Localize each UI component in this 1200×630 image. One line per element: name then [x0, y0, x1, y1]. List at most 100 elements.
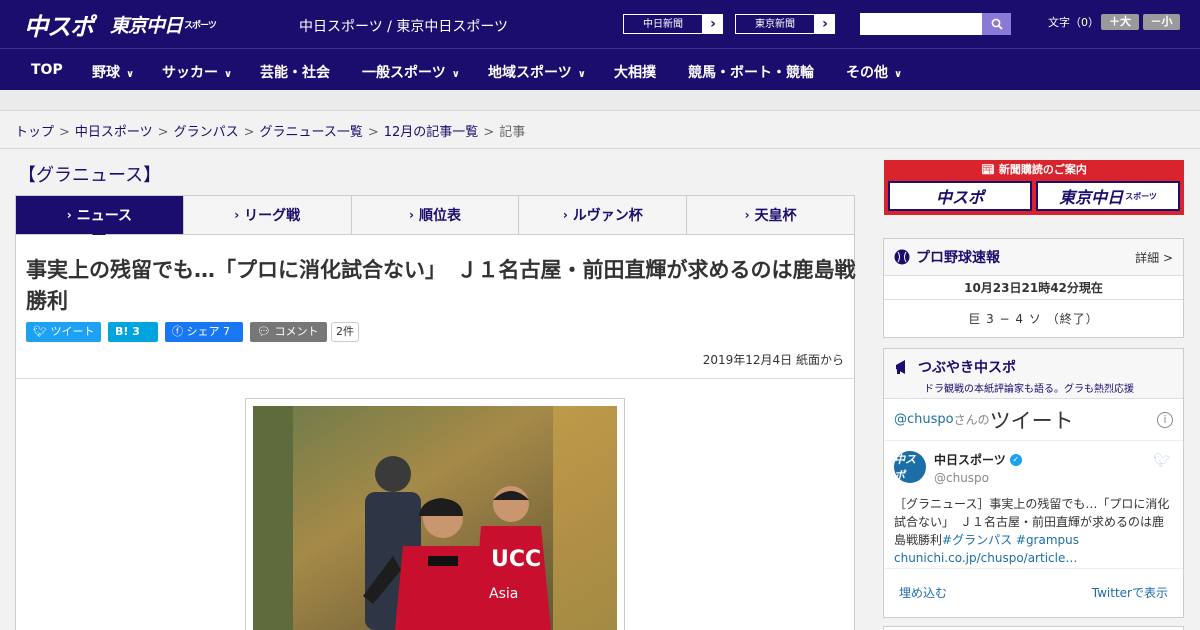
chevron-right-icon: › — [409, 208, 414, 222]
breadcrumb-current: 記事 — [499, 125, 526, 140]
subscription-tokyo-chunichi-logo[interactable]: 東京中日 スポーツ — [1036, 181, 1180, 211]
info-icon[interactable]: i — [1157, 411, 1173, 428]
article-photo[interactable]: UCC Asia — [245, 398, 625, 630]
nav-item-label: 一般スポーツ — [362, 65, 446, 81]
breadcrumb-separator: > — [367, 125, 379, 140]
logo-tokyo-suffix: スポーツ — [184, 20, 217, 31]
article: 事実上の残留でも…「プロに消化試合ない」 Ｊ１名古屋・前田直輝が求めるのは鹿島戦… — [15, 235, 856, 630]
tab-news[interactable]: › ニュース — [16, 196, 183, 241]
nav-item-general-sports[interactable]: 一般スポーツ ∨ — [362, 62, 460, 82]
tweet-author-handle[interactable]: @chuspo — [934, 471, 1022, 485]
subscription-banner[interactable]: 📰︎ 新聞購読のご案内 中スポ 東京中日 スポーツ — [884, 160, 1184, 215]
tokyo-chunichi-logo[interactable]: 東京中日 スポーツ — [110, 8, 217, 40]
tweets-subtitle: ドラ観戦の本紙評論家も語る。グラも熱烈応援 — [924, 384, 1134, 395]
chevron-right-icon: › — [744, 208, 750, 222]
nav-item-sumo[interactable]: 大相撲 — [614, 62, 656, 82]
breadcrumb-separator: > — [483, 125, 495, 140]
nav-item-soccer[interactable]: サッカー ∨ — [162, 62, 232, 82]
chevron-right-icon: › — [710, 16, 716, 32]
breadcrumb-grampus[interactable]: グランパス — [174, 125, 239, 140]
nav-item-label: 地域スポーツ — [488, 65, 572, 81]
search-icon — [991, 18, 1003, 30]
tab-label: 順位表 — [418, 208, 461, 224]
tweets-box: つぶやき中スポ ドラ観戦の本紙評論家も語る。グラも熱烈応援 @chuspo さん… — [883, 348, 1184, 618]
twitter-bird-icon[interactable]: 🐦︎ — [1153, 453, 1171, 469]
site-name: 中日スポーツ / 東京中日スポーツ — [299, 19, 509, 35]
facebook-share-button[interactable]: ⓕ シェア 7 — [165, 322, 243, 342]
svg-text:UCC: UCC — [491, 547, 541, 572]
chevron-down-icon: ∨ — [451, 69, 460, 80]
breadcrumb-separator: > — [59, 125, 70, 140]
chevron-down-icon: ∨ — [577, 69, 586, 80]
chevron-down-icon: ∨ — [224, 69, 233, 80]
breadcrumb-separator: > — [157, 125, 169, 140]
twitter-icon: 🐦︎ — [33, 325, 51, 338]
baseball-updated: 10月23日21時42分現在 — [884, 276, 1183, 300]
nav-item-label: TOP — [31, 62, 63, 78]
avatar[interactable]: 中スポ — [894, 451, 926, 483]
baseball-title: プロ野球速報 — [916, 250, 1000, 266]
article-date: 2019年12月4日 紙面から — [702, 353, 844, 367]
baseball-score[interactable]: 巨 3 − 4 ソ （終了） — [884, 300, 1183, 338]
tab-league[interactable]: › リーグ戦 — [182, 196, 351, 234]
tweet-text: ［グラニュース］事実上の残留でも…「プロに消化試合ない」 Ｊ１名古屋・前田直輝が… — [894, 495, 1173, 567]
nav-item-label: 大相撲 — [614, 65, 656, 81]
twitter-handle-suffix: さんの — [953, 413, 990, 427]
nav-item-baseball[interactable]: 野球 ∨ — [92, 62, 134, 82]
baseball-scores-box: プロ野球速報 詳細 > 10月23日21時42分現在 巨 3 − 4 ソ （終了… — [883, 238, 1184, 338]
tweet-button[interactable]: 🐦︎ ツイート — [26, 322, 101, 342]
view-on-twitter-link[interactable]: Twitterで表示 — [1092, 584, 1168, 601]
nav-item-entertainment[interactable]: 芸能・社会 — [260, 62, 330, 82]
nav-item-racing[interactable]: 競馬・ボート・競輪 — [688, 62, 814, 82]
breadcrumb-separator: > — [243, 125, 255, 140]
nav-item-top[interactable]: TOP — [31, 62, 63, 78]
twitter-handle-link[interactable]: @chuspo — [894, 412, 954, 427]
nav-item-regional-sports[interactable]: 地域スポーツ ∨ — [488, 62, 586, 82]
search-input[interactable] — [860, 13, 982, 35]
subscription-logo-2-suffix: スポーツ — [1125, 191, 1157, 201]
tweet-author-name[interactable]: 中日スポーツ — [934, 451, 1006, 468]
subscription-logo-2-text: 東京中日 — [1059, 188, 1124, 207]
comment-count[interactable]: 2件 — [331, 322, 359, 342]
tweet-link[interactable]: chunichi.co.jp/chuspo/article… — [894, 551, 1077, 565]
breadcrumb-divider — [0, 148, 1200, 149]
soccer-players-photo: UCC Asia — [253, 406, 617, 630]
tokyo-shimbun-button[interactable]: 東京新聞 › — [734, 13, 836, 35]
baseball-more-link[interactable]: 詳細 > — [1135, 249, 1173, 266]
tab-levain-cup[interactable]: › ルヴァン杯 — [518, 196, 686, 234]
breadcrumb-top[interactable]: トップ — [15, 125, 54, 140]
breadcrumb: トップ > 中日スポーツ > グランパス > グラニュース一覧 >12月の記事一覧 > 記事 — [15, 121, 525, 140]
facebook-count: 7 — [223, 325, 230, 338]
chevron-right-icon: › — [822, 16, 828, 32]
breadcrumb-chunichi-sports[interactable]: 中日スポーツ — [75, 125, 153, 140]
breadcrumb-gra-news-list[interactable]: グラニュース一覧 — [260, 125, 363, 140]
share-buttons: 🐦︎ ツイート B! 3 ⓕ シェア 7 💬︎ コメント 2件 — [26, 322, 359, 342]
comment-label: コメント — [274, 325, 319, 338]
embed-link[interactable]: 埋め込む — [899, 584, 947, 601]
tab-label: リーグ戦 — [244, 208, 301, 224]
font-smaller-button[interactable]: －小 — [1143, 14, 1180, 30]
chuspo-logo[interactable]: 中スポ — [24, 8, 94, 41]
nav-item-label: 芸能・社会 — [260, 65, 330, 81]
tab-standings[interactable]: › 順位表 — [350, 196, 519, 234]
chevron-down-icon: ∨ — [126, 69, 135, 80]
facebook-label: シェア — [186, 325, 220, 338]
hatena-bookmark-button[interactable]: B! 3 — [108, 322, 158, 342]
nav-item-other[interactable]: その他 ∨ — [846, 62, 902, 82]
breadcrumb-december-list[interactable]: 12月の記事一覧 — [384, 125, 479, 140]
subscription-chuspo-logo[interactable]: 中スポ — [888, 181, 1032, 211]
tweet-hashtags[interactable]: #グランパス #grampus — [942, 533, 1079, 547]
search-button[interactable] — [982, 13, 1011, 35]
chevron-down-icon: ∨ — [894, 69, 903, 80]
ad-strip — [0, 90, 1200, 111]
tweet-item[interactable]: 中スポ 中日スポーツ ✓ @chuspo 🐦︎ ［グラニュース］事実上の残留でも…… — [884, 441, 1183, 569]
twitter-timeline-footer: 埋め込む Twitterで表示 — [884, 569, 1183, 615]
chunichi-shimbun-label: 中日新聞 — [623, 14, 703, 34]
tokyo-shimbun-label: 東京新聞 — [735, 14, 815, 34]
font-larger-button[interactable]: ＋大 — [1101, 14, 1139, 30]
facebook-icon: ⓕ — [172, 325, 187, 338]
nav-item-label: 野球 — [92, 65, 120, 81]
comment-button[interactable]: 💬︎ コメント — [250, 322, 327, 342]
chunichi-shimbun-button[interactable]: 中日新聞 › — [622, 13, 724, 35]
tab-emperors-cup[interactable]: › 天皇杯 — [686, 196, 854, 234]
